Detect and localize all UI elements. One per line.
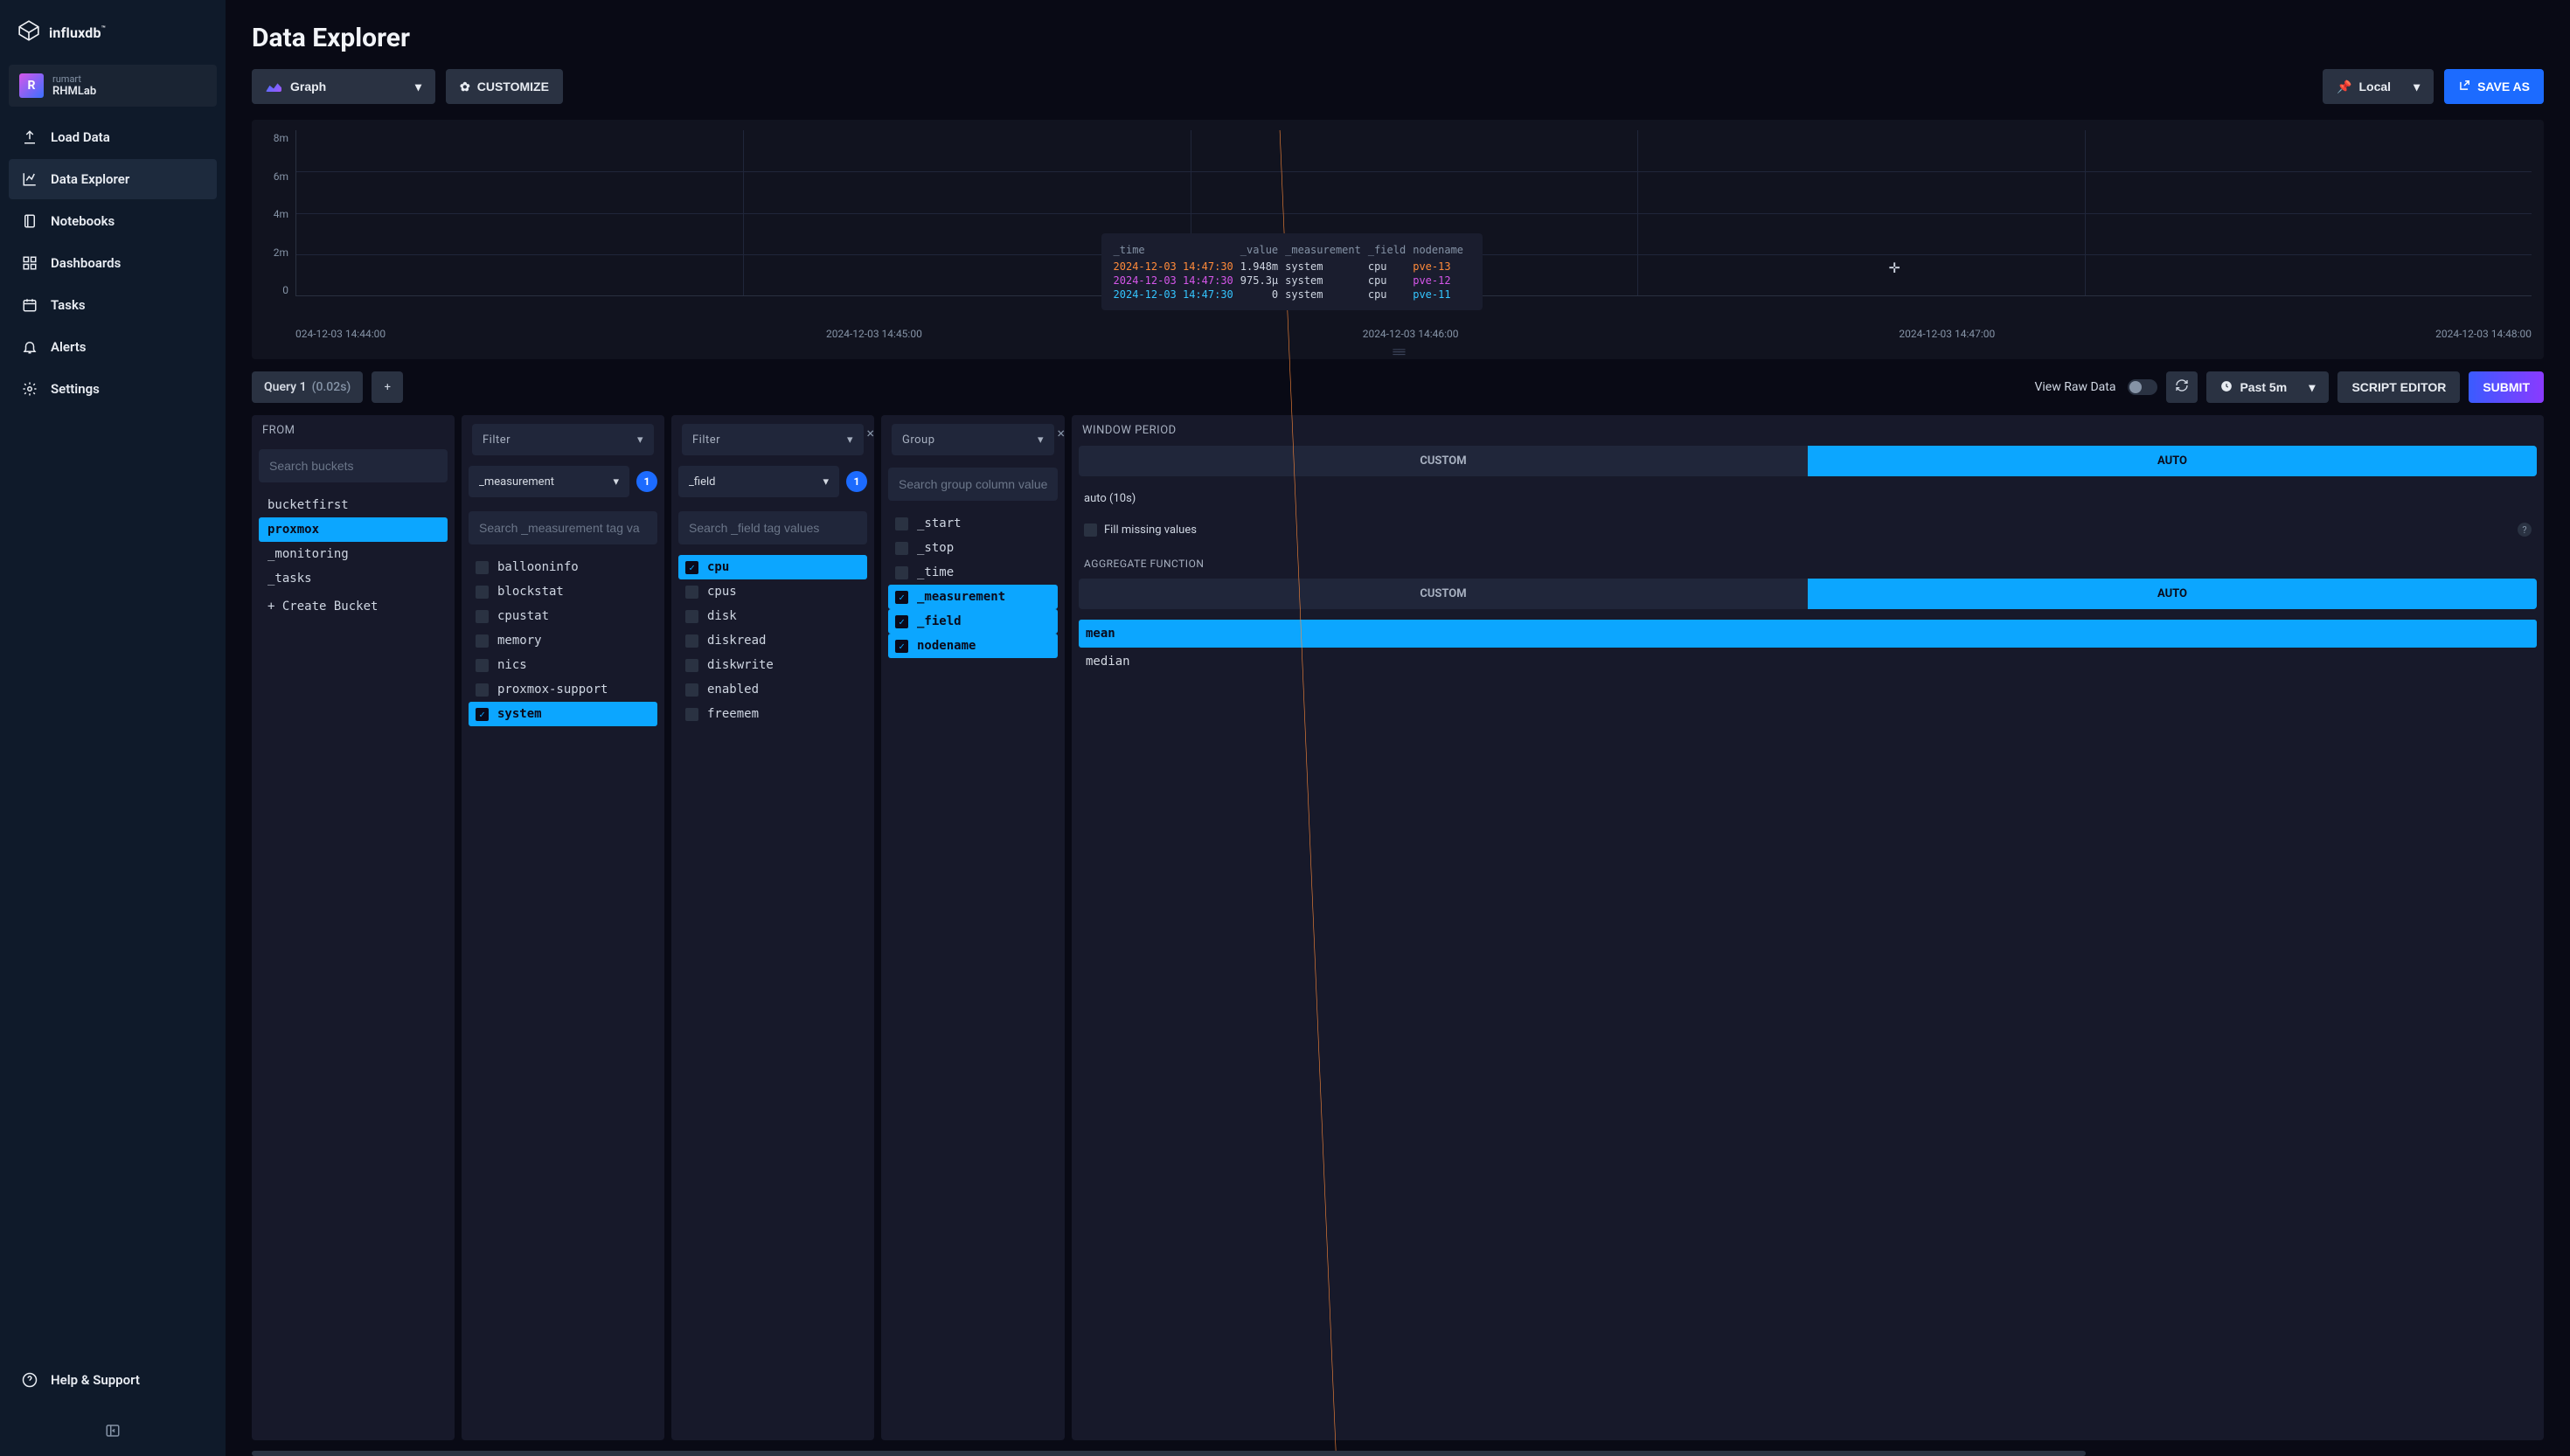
group-search-input[interactable] [888,468,1058,501]
filter-count-badge: 1 [846,471,867,492]
sidebar-item-notebooks[interactable]: Notebooks [9,201,217,241]
field-value-item[interactable]: disk [678,604,867,628]
checkbox-icon [685,708,698,721]
group-value-item[interactable]: _stop [888,536,1058,560]
collapse-sidebar-button[interactable] [0,1409,226,1456]
sidebar-item-help[interactable]: Help & Support [9,1360,217,1400]
sidebar-item-label: Data Explorer [51,171,129,187]
org-switcher[interactable]: R rumart RHMLab [9,65,217,107]
chevron-down-icon: ▾ [823,475,829,489]
sidebar-item-label: Load Data [51,129,110,145]
checkbox-icon: ✓ [685,561,698,574]
sidebar-item-label: Dashboards [51,255,121,271]
export-icon [2458,80,2470,94]
group-value-item[interactable]: ✓_field [888,609,1058,634]
checkbox-icon [685,683,698,697]
sidebar-item-label: Alerts [51,339,87,355]
chart-y-axis: 8m6m4m2m0 [264,130,295,296]
chart-plot[interactable]: ✛ _time_value_measurement_fieldnodename … [295,130,2532,296]
area-chart-icon [266,81,281,92]
nav-list: Load Data Data Explorer Notebooks Dashbo… [0,117,226,409]
checkbox-icon [685,659,698,672]
chart-panel: 8m6m4m2m0 ✛ _time_value_measurement_fiel… [252,120,2544,359]
org-name: RHMLab [52,85,96,98]
sidebar-item-label: Tasks [51,297,86,313]
help-icon [21,1372,38,1388]
filter-function-select[interactable]: Filter ▾ [682,424,864,455]
pin-icon: 📌 [2337,80,2351,94]
field-search-input[interactable] [678,511,867,544]
checkbox-icon: ✓ [895,591,908,604]
checkbox-icon [685,610,698,623]
checkbox-icon: ✓ [895,640,908,653]
group-value-item[interactable]: ✓nodename [888,634,1058,658]
checkbox-icon [685,586,698,599]
field-value-item[interactable]: diskwrite [678,653,867,677]
page-title: Data Explorer [226,0,2570,69]
chart-tooltip: _time_value_measurement_fieldnodename 20… [1101,233,1483,310]
close-icon: × [1057,425,1065,441]
field-value-item[interactable]: diskread [678,628,867,653]
checkbox-icon [895,517,908,530]
chevron-down-icon: ▾ [415,80,421,94]
remove-group-button[interactable]: × [1052,424,1065,441]
brand-name: influxdb™ [49,24,106,41]
org-user: rumart [52,73,96,85]
group-value-item[interactable]: _start [888,511,1058,536]
sidebar-item-settings[interactable]: Settings [9,369,217,409]
notebook-icon [21,213,38,229]
sidebar-item-alerts[interactable]: Alerts [9,327,217,367]
gear-icon [21,381,38,397]
sidebar-item-label: Notebooks [51,213,115,229]
gear-icon: ✿ [460,80,470,94]
bell-icon [21,339,38,355]
sidebar: influxdb™ R rumart RHMLab Load Data Data… [0,0,226,1456]
filter-key-select[interactable]: _field ▾ [678,466,839,497]
group-value-item[interactable]: _time [888,560,1058,585]
group-value-item[interactable]: ✓_measurement [888,585,1058,609]
checkbox-icon: ✓ [895,615,908,628]
remove-filter-button[interactable]: × [862,424,874,441]
chevron-down-icon: ▾ [2414,80,2420,94]
raw-data-toggle[interactable] [2128,379,2157,395]
sidebar-item-label: Help & Support [51,1372,140,1388]
field-value-item[interactable]: cpus [678,579,867,604]
sidebar-item-data-explorer[interactable]: Data Explorer [9,159,217,199]
group-function-select[interactable]: Group ▾ [892,424,1054,455]
window-header: WINDOW PERIOD [1072,415,2544,446]
chart-icon [21,171,38,187]
sidebar-item-dashboards[interactable]: Dashboards [9,243,217,283]
chart-crosshair-icon: ✛ [1887,261,1901,275]
close-icon: × [866,425,874,441]
filter-column-field: Filter ▾ × _field ▾ 1 ✓cpucpusdiskdiskre… [671,415,874,1440]
field-value-item[interactable]: enabled [678,677,867,702]
visualization-type-select[interactable]: Graph ▾ [252,69,435,104]
field-value-item[interactable]: freemem [678,702,867,726]
brand-logo[interactable]: influxdb™ [0,0,226,65]
sidebar-item-label: Settings [51,381,100,397]
sidebar-item-load-data[interactable]: Load Data [9,117,217,157]
save-as-button[interactable]: SAVE AS [2444,69,2544,104]
filter-function-select[interactable]: Filter ▾ [472,424,654,455]
checkbox-icon [685,634,698,648]
org-badge: R [19,73,44,98]
calendar-icon [21,297,38,313]
builder-h-scrollbar[interactable] [252,1451,2544,1456]
checkbox-icon [895,542,908,555]
dashboard-icon [21,255,38,271]
field-value-item[interactable]: ✓cpu [678,555,867,579]
from-header: FROM [252,415,455,446]
customize-button[interactable]: ✿ CUSTOMIZE [446,69,563,104]
main: Data Explorer Graph ▾ ✿ CUSTOMIZE 📌 Loca… [226,0,2570,1456]
influxdb-logo-icon [17,19,40,45]
sidebar-item-tasks[interactable]: Tasks [9,285,217,325]
chevron-down-icon: ▾ [637,433,643,447]
timezone-select[interactable]: 📌 Local ▾ [2323,69,2434,104]
chevron-down-icon: ▾ [1038,433,1044,447]
chevron-down-icon: ▾ [847,433,853,447]
vis-toolbar: Graph ▾ ✿ CUSTOMIZE 📌 Local ▾ SAVE AS [226,69,2570,120]
group-column: Group ▾ × _start_stop_time✓_measurement✓… [881,415,1065,1440]
upload-icon [21,129,38,145]
checkbox-icon [895,566,908,579]
